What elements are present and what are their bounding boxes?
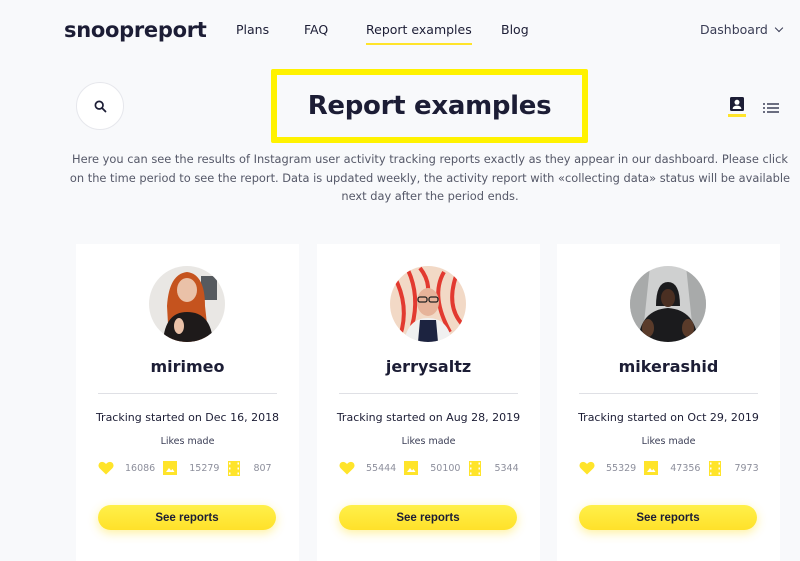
card-view-toggle[interactable] bbox=[728, 96, 746, 117]
profile-card: mikerashid Tracking started on Oct 29, 2… bbox=[557, 244, 780, 561]
profile-card: mirimeo Tracking started on Dec 16, 2018… bbox=[76, 244, 299, 561]
title-highlight-frame: Report examples bbox=[271, 69, 588, 143]
list-view-toggle[interactable] bbox=[763, 99, 779, 113]
profile-card-icon bbox=[730, 97, 744, 111]
heart-count: 16086 bbox=[125, 462, 156, 474]
likes-label: Likes made bbox=[641, 436, 696, 447]
avatar[interactable] bbox=[149, 266, 225, 342]
nav-item-plans[interactable]: Plans bbox=[236, 22, 269, 37]
photo-count: 50100 bbox=[430, 462, 461, 474]
search-button[interactable] bbox=[76, 82, 124, 130]
see-reports-button[interactable]: See reports bbox=[579, 505, 757, 530]
nav-item-faq[interactable]: FAQ bbox=[304, 22, 328, 37]
heart-count: 55444 bbox=[366, 462, 397, 474]
video-count: 5344 bbox=[494, 462, 519, 474]
heart-icon bbox=[339, 461, 355, 475]
avatar[interactable] bbox=[390, 266, 466, 342]
tracking-start: Tracking started on Dec 16, 2018 bbox=[95, 411, 280, 424]
likes-stats: 16086 15279 807 bbox=[98, 460, 279, 476]
photo-count: 15279 bbox=[189, 462, 220, 474]
photo-count: 47356 bbox=[670, 462, 701, 474]
page-title: Report examples bbox=[307, 91, 552, 121]
dashboard-label: Dashboard bbox=[700, 22, 768, 37]
likes-stats: 55329 47356 7973 bbox=[579, 460, 766, 476]
likes-stats: 55444 50100 5344 bbox=[339, 460, 526, 476]
avatar[interactable] bbox=[630, 266, 706, 342]
video-icon bbox=[226, 460, 242, 476]
video-count: 7973 bbox=[734, 462, 759, 474]
tracking-start: Tracking started on Oct 29, 2019 bbox=[578, 411, 759, 424]
logo[interactable]: snoopreport bbox=[64, 18, 207, 42]
nav-item-blog[interactable]: Blog bbox=[501, 22, 529, 37]
tracking-start: Tracking started on Aug 28, 2019 bbox=[336, 411, 521, 424]
likes-label: Likes made bbox=[160, 436, 215, 447]
video-icon bbox=[467, 460, 483, 476]
video-icon bbox=[707, 460, 723, 476]
list-icon bbox=[763, 103, 779, 113]
heart-icon bbox=[579, 461, 595, 475]
dashboard-menu[interactable]: Dashboard bbox=[700, 22, 784, 37]
chevron-down-icon bbox=[774, 23, 784, 33]
see-reports-button[interactable]: See reports bbox=[339, 505, 517, 530]
likes-label: Likes made bbox=[401, 436, 456, 447]
divider bbox=[98, 393, 277, 394]
username: jerrysaltz bbox=[385, 357, 472, 376]
username: mirimeo bbox=[150, 357, 225, 376]
username: mikerashid bbox=[618, 357, 719, 376]
photo-icon bbox=[162, 461, 178, 475]
search-icon bbox=[94, 100, 106, 112]
heart-icon bbox=[98, 461, 114, 475]
heart-count: 55329 bbox=[606, 462, 637, 474]
divider bbox=[579, 393, 758, 394]
nav-item-report-examples[interactable]: Report examples bbox=[366, 22, 472, 45]
see-reports-button[interactable]: See reports bbox=[98, 505, 276, 530]
divider bbox=[339, 393, 518, 394]
video-count: 807 bbox=[253, 462, 272, 474]
page-description: Here you can see the results of Instagra… bbox=[69, 152, 791, 203]
photo-icon bbox=[643, 461, 659, 475]
photo-icon bbox=[403, 461, 419, 475]
profile-card: jerrysaltz Tracking started on Aug 28, 2… bbox=[317, 244, 540, 561]
